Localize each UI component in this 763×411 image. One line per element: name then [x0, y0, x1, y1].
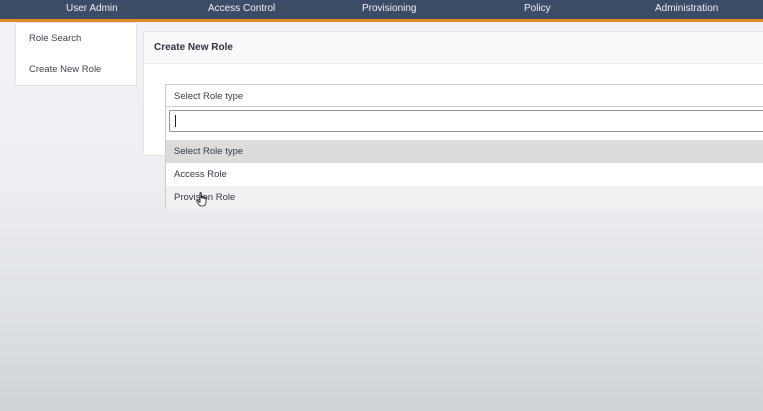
sidebar-item-create-new-role[interactable]: Create New Role	[29, 64, 101, 75]
role-type-select-value: Select Role type	[174, 91, 244, 102]
top-navigation-bar: User Admin Access Control Provisioning P…	[0, 0, 763, 22]
role-type-dropdown: Select Role type Access Role Provision R…	[165, 107, 763, 209]
option-access-role[interactable]: Access Role	[166, 163, 763, 186]
option-label: Access Role	[174, 169, 227, 180]
panel-header: Create New Role	[144, 32, 763, 64]
role-type-select[interactable]: Select Role type	[165, 84, 763, 107]
option-select-role-type[interactable]: Select Role type	[166, 140, 763, 163]
nav-user-admin[interactable]: User Admin	[66, 3, 118, 14]
option-provision-role[interactable]: Provision Role	[166, 186, 763, 209]
nav-access-control[interactable]: Access Control	[208, 3, 275, 14]
nav-provisioning[interactable]: Provisioning	[362, 3, 416, 14]
sidebar: Role Search Create New Role	[15, 22, 137, 86]
sidebar-item-role-search[interactable]: Role Search	[29, 33, 81, 44]
page-title: Create New Role	[154, 42, 233, 53]
nav-policy[interactable]: Policy	[524, 3, 551, 14]
option-label: Provision Role	[174, 192, 236, 203]
text-caret	[175, 115, 176, 127]
nav-administration[interactable]: Administration	[655, 3, 718, 14]
dropdown-search-input[interactable]	[169, 110, 763, 132]
option-label: Select Role type	[174, 146, 244, 157]
